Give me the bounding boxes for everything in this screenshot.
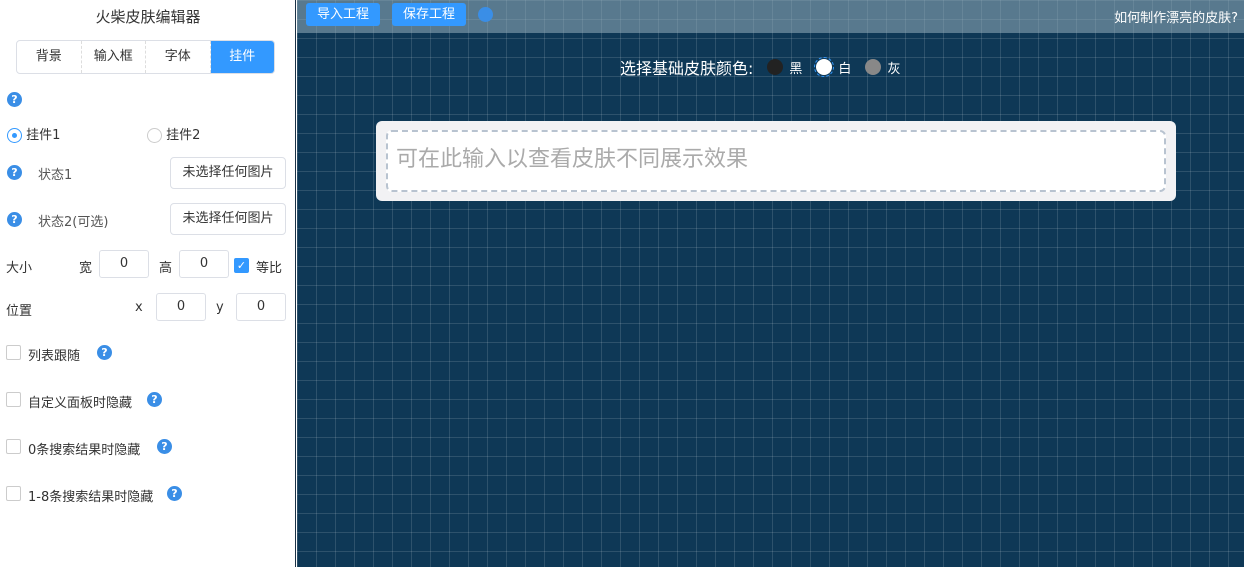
height-label: 高 — [159, 261, 173, 276]
help-icon[interactable]: ? — [7, 92, 22, 107]
state1-label: 状态1 — [38, 168, 73, 183]
color-label: 灰 — [887, 61, 901, 77]
base-color-selector: 选择基础皮肤颜色: 黑 白 灰 — [620, 55, 900, 79]
base-color-label: 选择基础皮肤颜色: — [620, 59, 754, 78]
preview-input[interactable]: 可在此输入以查看皮肤不同展示效果 — [386, 130, 1166, 192]
app-title: 火柴皮肤编辑器 — [95, 8, 201, 26]
hide-zero-results-checkbox[interactable] — [6, 439, 21, 454]
tab-input[interactable]: 输入框 — [82, 41, 146, 73]
how-to-link[interactable]: 如何制作漂亮的皮肤? — [1114, 7, 1238, 26]
position-label: 位置 — [6, 304, 33, 319]
y-input[interactable]: 0 — [236, 293, 286, 321]
radio-label: 挂件1 — [26, 128, 61, 143]
tab-widget[interactable]: 挂件 — [210, 41, 274, 73]
color-white-swatch[interactable] — [814, 57, 835, 77]
import-project-button[interactable]: 导入工程 — [306, 3, 381, 26]
help-icon[interactable]: ? — [157, 439, 172, 454]
width-input[interactable]: 0 — [99, 250, 149, 278]
help-icon[interactable]: ? — [7, 212, 22, 227]
radio-widget1[interactable]: 挂件1 — [7, 124, 60, 143]
radio-checked-icon — [7, 128, 22, 143]
help-icon[interactable]: ? — [7, 165, 22, 180]
state2-file-button[interactable]: 未选择任何图片 — [170, 203, 286, 235]
toolbar: 导入工程 保存工程 ? 如何制作漂亮的皮肤? — [297, 0, 1244, 33]
tab-background[interactable]: 背景 — [17, 41, 82, 73]
color-label: 白 — [838, 61, 852, 77]
radio-icon — [147, 128, 162, 143]
tab-bar: 背景 输入框 字体 挂件 — [16, 40, 275, 74]
help-icon[interactable]: ? — [167, 486, 182, 501]
list-follow-checkbox[interactable] — [6, 345, 21, 360]
hide-1-8-results-label: 1-8条搜索结果时隐藏 — [28, 490, 154, 505]
state2-label: 状态2(可选) — [38, 215, 109, 230]
tab-font[interactable]: 字体 — [146, 41, 211, 73]
preview-canvas: 导入工程 保存工程 ? 如何制作漂亮的皮肤? 选择基础皮肤颜色: 黑 白 灰 可… — [297, 0, 1244, 567]
y-label: y — [216, 300, 224, 315]
ratio-checkbox[interactable]: ✓ — [234, 258, 249, 273]
radio-label: 挂件2 — [166, 128, 201, 143]
hide-zero-results-label: 0条搜索结果时隐藏 — [28, 443, 141, 458]
help-icon[interactable]: ? — [478, 7, 493, 22]
help-icon[interactable]: ? — [147, 392, 162, 407]
color-black-swatch[interactable] — [767, 59, 784, 75]
state1-file-button[interactable]: 未选择任何图片 — [170, 157, 286, 189]
height-input[interactable]: 0 — [179, 250, 229, 278]
help-icon[interactable]: ? — [97, 345, 112, 360]
width-label: 宽 — [79, 261, 93, 276]
ratio-label: 等比 — [256, 261, 283, 276]
hide-custom-panel-checkbox[interactable] — [6, 392, 21, 407]
color-gray-swatch[interactable] — [865, 59, 882, 75]
preview-box: 可在此输入以查看皮肤不同展示效果 — [376, 121, 1176, 201]
save-project-button[interactable]: 保存工程 — [392, 3, 467, 26]
list-follow-label: 列表跟随 — [28, 349, 81, 364]
sidebar: 火柴皮肤编辑器 背景 输入框 字体 挂件 ? 挂件1 挂件2 ? 状态1 未选择… — [0, 0, 296, 567]
x-input[interactable]: 0 — [156, 293, 206, 321]
size-label: 大小 — [6, 261, 33, 276]
hide-1-8-results-checkbox[interactable] — [6, 486, 21, 501]
hide-custom-panel-label: 自定义面板时隐藏 — [28, 396, 133, 411]
color-label: 黑 — [789, 61, 803, 77]
x-label: x — [135, 300, 143, 315]
radio-widget2[interactable]: 挂件2 — [147, 124, 200, 143]
